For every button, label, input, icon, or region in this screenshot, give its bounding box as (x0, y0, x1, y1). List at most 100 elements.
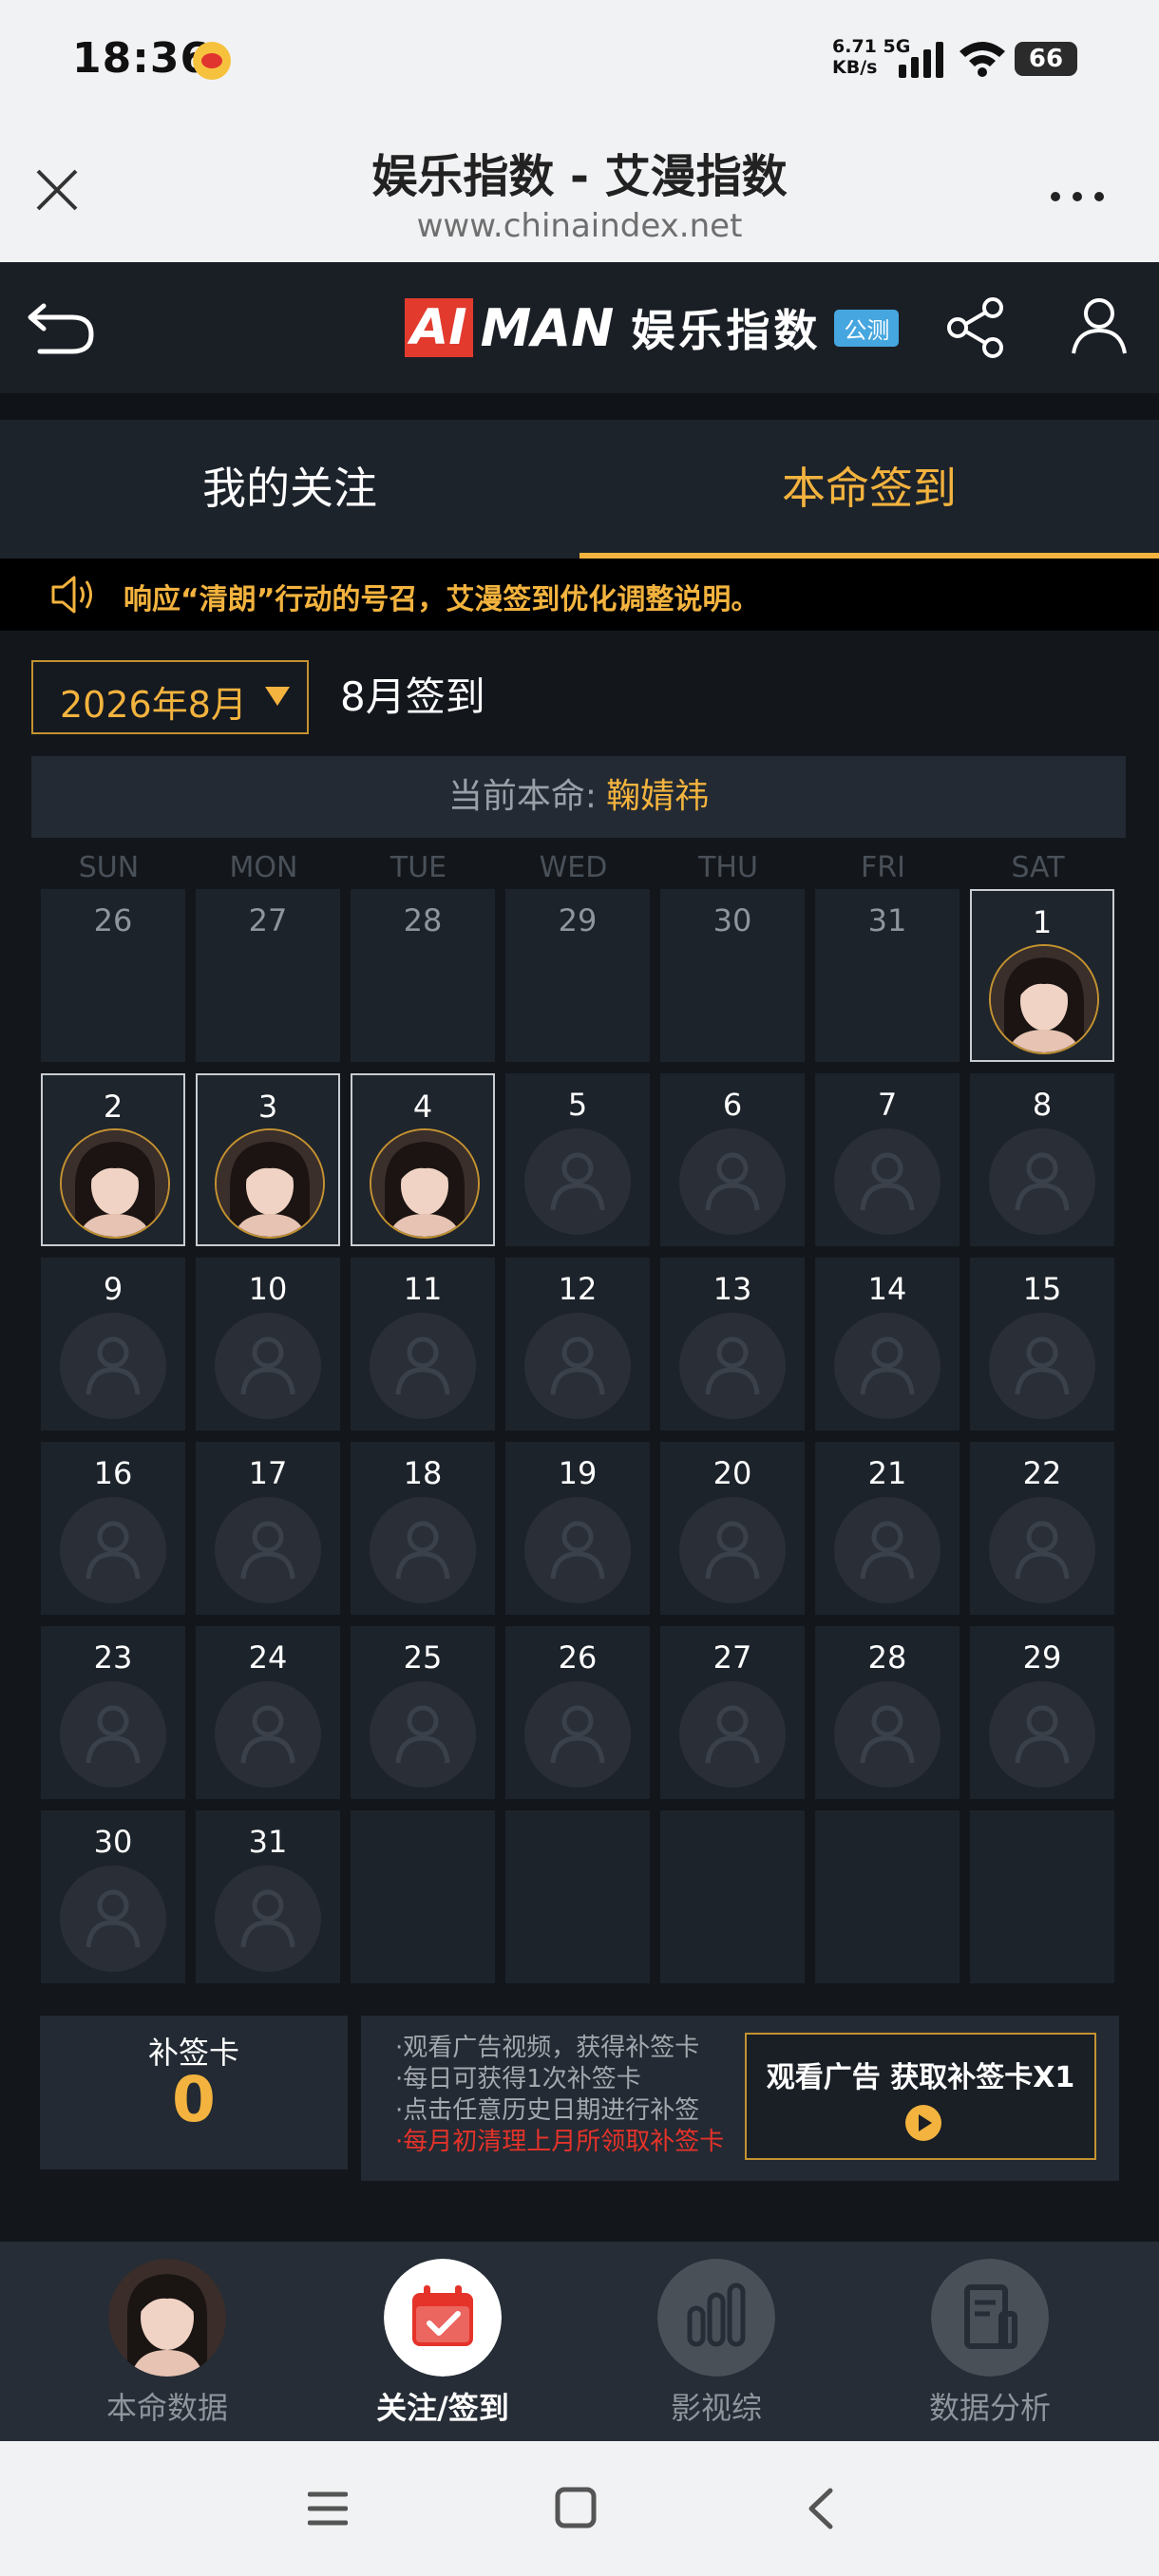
day-number: 15 (1022, 1271, 1062, 1307)
weekday-label: TUE (390, 851, 447, 884)
calendar-day[interactable]: 21 (815, 1442, 960, 1615)
calendar-day-prev-month[interactable]: 30 (660, 889, 805, 1062)
calendar-day[interactable]: 22 (970, 1442, 1114, 1615)
placeholder-person-icon (215, 1681, 321, 1788)
weibo-notification-icon (193, 42, 231, 80)
watch-ad-label: 观看广告 获取补签卡X1 (766, 2061, 1075, 2094)
nav-label: 影视综 (670, 2390, 762, 2426)
nav-idol-data[interactable]: 本命数据 (72, 2242, 262, 2441)
net-speed-unit: KB/s (832, 57, 878, 78)
placeholder-person-icon (989, 1313, 1095, 1419)
placeholder-person-icon (60, 1313, 166, 1419)
calendar-day[interactable]: 20 (660, 1442, 805, 1615)
tab-checkin[interactable]: 本命签到 (580, 420, 1159, 559)
calendar-day[interactable]: 25 (351, 1626, 495, 1799)
day-number: 31 (867, 902, 907, 938)
day-number: 28 (403, 902, 443, 938)
more-icon[interactable] (1049, 190, 1106, 203)
calendar-day[interactable]: 13 (660, 1258, 805, 1430)
weekday-label: SUN (78, 851, 140, 884)
home-icon[interactable] (555, 2487, 597, 2529)
tip-line: ·每日可获得1次补签卡 (395, 2065, 641, 2093)
calendar-day[interactable]: 17 (196, 1442, 340, 1615)
logo-text: 娱乐指数 (631, 305, 822, 356)
day-number: 17 (248, 1455, 288, 1491)
weekday-label: THU (698, 851, 758, 884)
day-number: 13 (712, 1271, 752, 1307)
clock: 18:36 (72, 34, 211, 83)
calendar-day-prev-month[interactable]: 26 (41, 889, 185, 1062)
calendar-day-empty (970, 1810, 1114, 1983)
day-number: 4 (412, 1089, 433, 1125)
day-number: 28 (867, 1639, 907, 1676)
calendar-day[interactable]: 16 (41, 1442, 185, 1615)
calendar-day-prev-month[interactable]: 29 (505, 889, 650, 1062)
placeholder-person-icon (834, 1497, 940, 1603)
placeholder-person-icon (679, 1313, 786, 1419)
calendar-day-checked[interactable]: 3 (196, 1073, 340, 1246)
share-icon[interactable] (944, 296, 1007, 359)
calendar-day[interactable]: 12 (505, 1258, 650, 1430)
nav-label: 关注/签到 (376, 2390, 509, 2426)
calendar-day[interactable]: 30 (41, 1810, 185, 1983)
calendar-day-empty (351, 1810, 495, 1983)
calendar-day[interactable]: 5 (505, 1073, 650, 1246)
tab-bar: 我的关注 本命签到 (0, 420, 1159, 559)
calendar-day[interactable]: 26 (505, 1626, 650, 1799)
calendar-day[interactable]: 8 (970, 1073, 1114, 1246)
nav-follow-checkin[interactable]: 关注/签到 (348, 2242, 538, 2441)
notice-bar[interactable]: 响应“清朗”行动的号召，艾漫签到优化调整说明。 (0, 559, 1159, 631)
nav-label: 本命数据 (105, 2390, 228, 2426)
calendar-day-prev-month[interactable]: 31 (815, 889, 960, 1062)
calendar-day[interactable]: 29 (970, 1626, 1114, 1799)
calendar-day[interactable]: 27 (660, 1626, 805, 1799)
weekday-label: SAT (1011, 851, 1065, 884)
menu-icon[interactable] (308, 2489, 348, 2529)
nav-data-analysis[interactable]: 数据分析 (895, 2242, 1085, 2441)
nav-film-tv[interactable]: 影视综 (621, 2242, 811, 2441)
placeholder-person-icon (989, 1681, 1095, 1788)
month-select[interactable]: 2026年8月 (31, 660, 309, 734)
calendar-day[interactable]: 15 (970, 1258, 1114, 1430)
nav-label: 数据分析 (928, 2390, 1051, 2426)
placeholder-person-icon (679, 1497, 786, 1603)
calendar-day[interactable]: 14 (815, 1258, 960, 1430)
play-icon (905, 2105, 941, 2141)
day-number: 26 (558, 1639, 598, 1676)
user-profile-icon[interactable] (1068, 294, 1130, 357)
calendar-day[interactable]: 9 (41, 1258, 185, 1430)
signal-icon (899, 42, 946, 78)
calendar-day-prev-month[interactable]: 28 (351, 889, 495, 1062)
placeholder-person-icon (524, 1497, 631, 1603)
calendar-day[interactable]: 31 (196, 1810, 340, 1983)
idol-avatar (215, 1128, 325, 1239)
calendar-day[interactable]: 7 (815, 1073, 960, 1246)
day-number: 8 (1032, 1087, 1053, 1123)
day-number: 30 (712, 902, 752, 938)
tab-my-follow[interactable]: 我的关注 (0, 420, 580, 559)
placeholder-person-icon (370, 1313, 476, 1419)
back-icon[interactable] (806, 2487, 834, 2530)
back-arrow-icon[interactable] (27, 296, 97, 357)
calendar-day[interactable]: 10 (196, 1258, 340, 1430)
day-number: 7 (877, 1087, 898, 1123)
dropdown-arrow-icon (265, 687, 290, 706)
calendar-day-checked[interactable]: 1 (970, 889, 1114, 1062)
calendar-day[interactable]: 28 (815, 1626, 960, 1799)
day-number: 3 (257, 1089, 278, 1125)
day-number: 25 (403, 1639, 443, 1676)
calendar-day-checked[interactable]: 2 (41, 1073, 185, 1246)
calendar-day[interactable]: 11 (351, 1258, 495, 1430)
watch-ad-button[interactable]: 观看广告 获取补签卡X1 (745, 2033, 1096, 2160)
day-number: 20 (712, 1455, 752, 1491)
browser-title-bar: 娱乐指数 - 艾漫指数 www.chinaindex.net (0, 123, 1159, 262)
calendar-day-prev-month[interactable]: 27 (196, 889, 340, 1062)
bar-chart-icon (657, 2259, 775, 2377)
calendar-day[interactable]: 23 (41, 1626, 185, 1799)
calendar-day[interactable]: 19 (505, 1442, 650, 1615)
day-number: 16 (93, 1455, 133, 1491)
calendar-day[interactable]: 24 (196, 1626, 340, 1799)
calendar-day[interactable]: 18 (351, 1442, 495, 1615)
calendar-day[interactable]: 6 (660, 1073, 805, 1246)
calendar-day-checked[interactable]: 4 (351, 1073, 495, 1246)
